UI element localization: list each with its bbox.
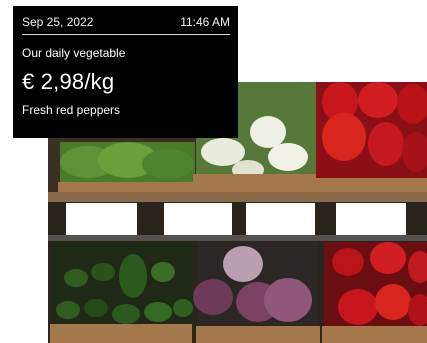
card-price: € 2,98/kg <box>22 69 115 94</box>
daily-vegetable-card: Sep 25, 2022 11:46 AM Our daily vegetabl… <box>13 6 238 138</box>
zucchini-crate <box>50 242 193 343</box>
card-divider <box>22 34 230 35</box>
card-product-name: Fresh red peppers <box>22 103 121 117</box>
card-headline: Our daily vegetable <box>22 46 126 60</box>
card-time: 11:46 AM <box>180 15 230 29</box>
radicchio-crate <box>193 242 320 343</box>
red-peppers-crate-top <box>310 82 427 194</box>
card-date: Sep 25, 2022 <box>22 15 94 29</box>
red-peppers-crate-bottom <box>322 242 427 343</box>
leafy-greens-crate <box>58 142 198 196</box>
